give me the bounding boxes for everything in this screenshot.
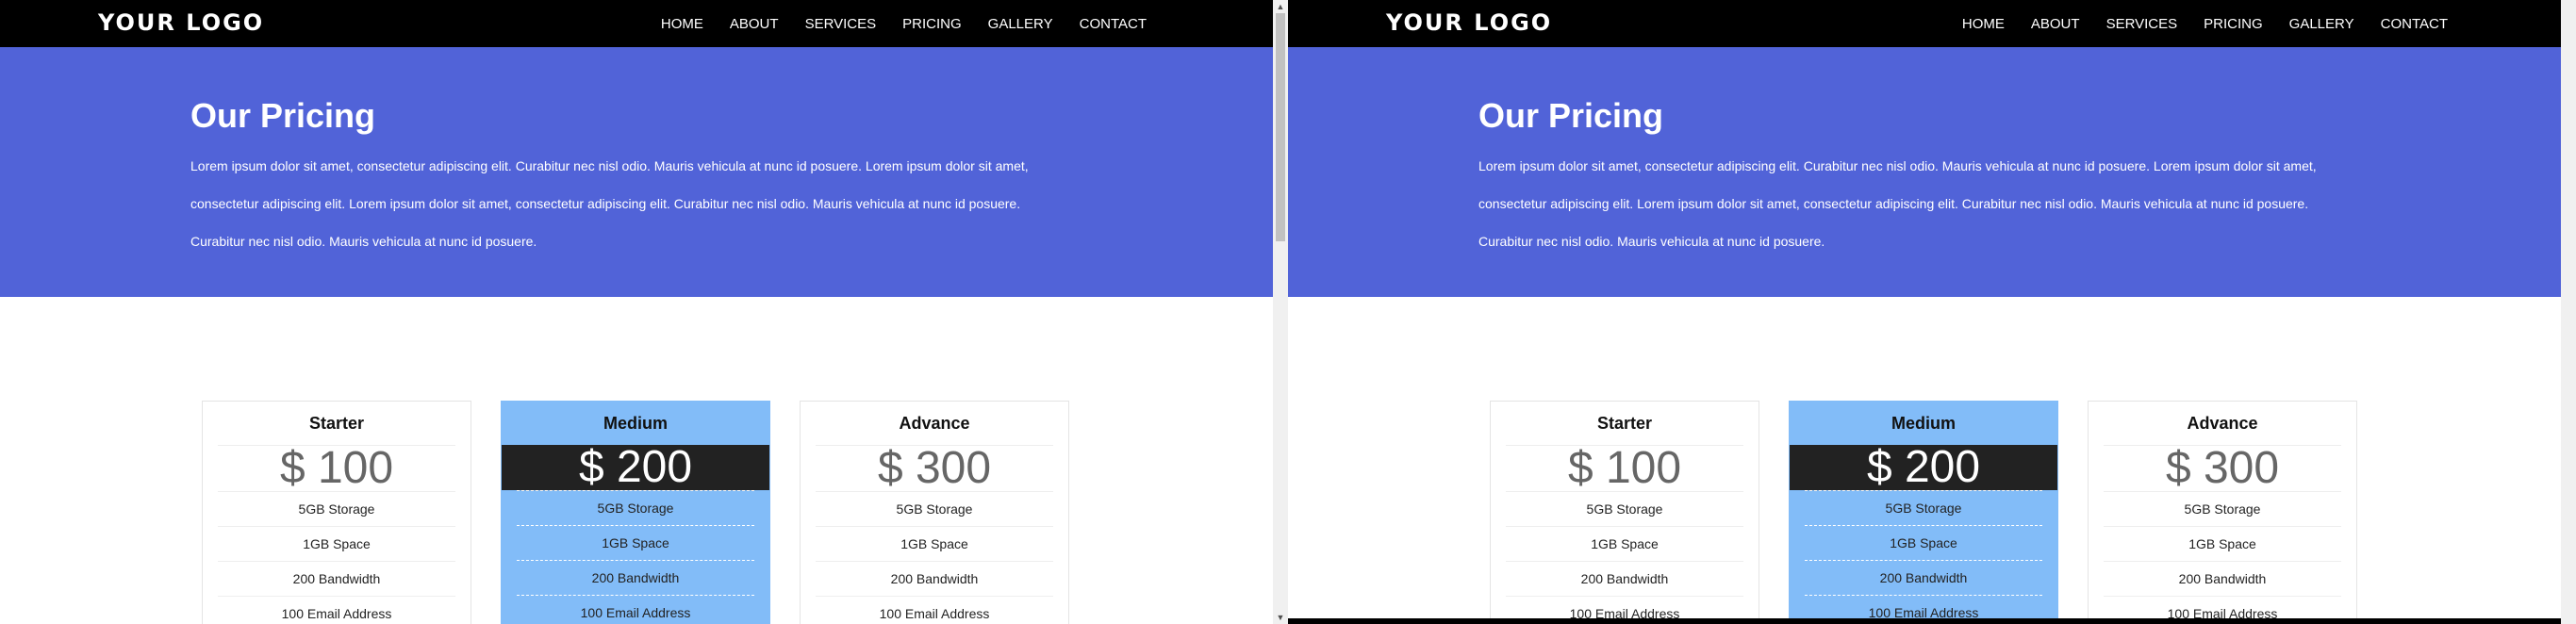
feature-item: 200 Bandwidth	[517, 560, 754, 595]
feature-item: 100 Email Address	[816, 596, 1053, 624]
plan-price: $ 300	[2104, 445, 2341, 491]
feature-item: 1GB Space	[1805, 525, 2042, 560]
nav-pricing[interactable]: PRICING	[2190, 16, 2276, 32]
plan-price: $ 100	[218, 445, 455, 491]
scroll-down-icon[interactable]: ▼	[1273, 611, 1288, 624]
feature-item: 200 Bandwidth	[1805, 560, 2042, 595]
pricing-card-medium: Medium $ 200 5GB Storage 1GB Space 200 B…	[501, 401, 770, 624]
plan-name: Medium	[603, 414, 668, 433]
feature-item: 5GB Storage	[816, 491, 1053, 526]
plan-price: $ 200	[502, 445, 769, 490]
logo[interactable]: YOUR LOGO	[1386, 9, 1552, 36]
plan-name: Advance	[2187, 414, 2258, 433]
plan-name: Starter	[308, 414, 365, 433]
nav-contact[interactable]: CONTACT	[1066, 16, 1160, 32]
hero-text: Lorem ipsum dolor sit amet, consectetur …	[190, 158, 1029, 249]
nav-home[interactable]: HOME	[1949, 16, 2018, 32]
nav-gallery[interactable]: GALLERY	[2276, 16, 2368, 32]
feature-item: 5GB Storage	[218, 491, 455, 526]
feature-item: 1GB Space	[1506, 526, 1743, 561]
plan-price: $ 200	[1790, 445, 2057, 490]
hero-banner: Our Pricing Lorem ipsum dolor sit amet, …	[1288, 47, 2561, 297]
feature-item: 200 Bandwidth	[1506, 561, 1743, 596]
plan-price: $ 100	[1506, 445, 1743, 491]
feature-item: 1GB Space	[816, 526, 1053, 561]
hero-text: Lorem ipsum dolor sit amet, consectetur …	[1478, 158, 2317, 249]
feature-item: 5GB Storage	[1805, 490, 2042, 525]
pricing-card-starter: Starter $ 100 5GB Storage 1GB Space 200 …	[1490, 401, 1759, 624]
feature-item: 200 Bandwidth	[816, 561, 1053, 596]
window-bottom-strip	[1288, 618, 2561, 624]
feature-item: 5GB Storage	[1506, 491, 1743, 526]
window-edge	[2561, 0, 2576, 624]
navbar: YOUR LOGO HOME ABOUT SERVICES PRICING GA…	[1288, 0, 2561, 47]
feature-item: 200 Bandwidth	[218, 561, 455, 596]
pricing-card-medium: Medium $ 200 5GB Storage 1GB Space 200 B…	[1789, 401, 2058, 624]
pricing-cards: Starter $ 100 5GB Storage 1GB Space 200 …	[1490, 401, 2357, 624]
pricing-card-advance: Advance $ 300 5GB Storage 1GB Space 200 …	[2088, 401, 2357, 624]
nav-contact[interactable]: CONTACT	[2368, 16, 2461, 32]
navbar: YOUR LOGO HOME ABOUT SERVICES PRICING GA…	[0, 0, 1273, 47]
feature-item: 1GB Space	[218, 526, 455, 561]
nav-about[interactable]: ABOUT	[717, 16, 792, 32]
feature-item: 5GB Storage	[2104, 491, 2341, 526]
nav-services[interactable]: SERVICES	[792, 16, 890, 32]
nav-services[interactable]: SERVICES	[2093, 16, 2191, 32]
nav-pricing[interactable]: PRICING	[889, 16, 975, 32]
pricing-cards: Starter $ 100 5GB Storage 1GB Space 200 …	[202, 401, 1069, 624]
plan-name: Starter	[1596, 414, 1653, 433]
feature-item: 1GB Space	[517, 525, 754, 560]
scroll-thumb[interactable]	[1276, 13, 1285, 241]
browser-pane-right: YOUR LOGO HOME ABOUT SERVICES PRICING GA…	[1288, 0, 2561, 624]
feature-item: 200 Bandwidth	[2104, 561, 2341, 596]
scroll-up-icon[interactable]: ▲	[1273, 0, 1288, 13]
nav-about[interactable]: ABOUT	[2018, 16, 2093, 32]
browser-pane-left: YOUR LOGO HOME ABOUT SERVICES PRICING GA…	[0, 0, 1273, 624]
nav-menu: HOME ABOUT SERVICES PRICING GALLERY CONT…	[1949, 0, 2461, 47]
feature-item: 5GB Storage	[517, 490, 754, 525]
page-title: Our Pricing	[1478, 96, 1664, 135]
plan-price: $ 300	[816, 445, 1053, 491]
hero-banner: Our Pricing Lorem ipsum dolor sit amet, …	[0, 47, 1273, 297]
feature-item: 1GB Space	[2104, 526, 2341, 561]
page-title: Our Pricing	[190, 96, 376, 135]
feature-item: 100 Email Address	[517, 595, 754, 624]
vertical-scrollbar[interactable]: ▲ ▼	[1273, 0, 1288, 624]
plan-name: Advance	[899, 414, 970, 433]
nav-home[interactable]: HOME	[648, 16, 717, 32]
plan-name: Medium	[1891, 414, 1956, 433]
logo[interactable]: YOUR LOGO	[98, 9, 264, 36]
pricing-card-advance: Advance $ 300 5GB Storage 1GB Space 200 …	[800, 401, 1069, 624]
nav-gallery[interactable]: GALLERY	[975, 16, 1066, 32]
nav-menu: HOME ABOUT SERVICES PRICING GALLERY CONT…	[648, 0, 1160, 47]
feature-item: 100 Email Address	[218, 596, 455, 624]
pricing-card-starter: Starter $ 100 5GB Storage 1GB Space 200 …	[202, 401, 471, 624]
